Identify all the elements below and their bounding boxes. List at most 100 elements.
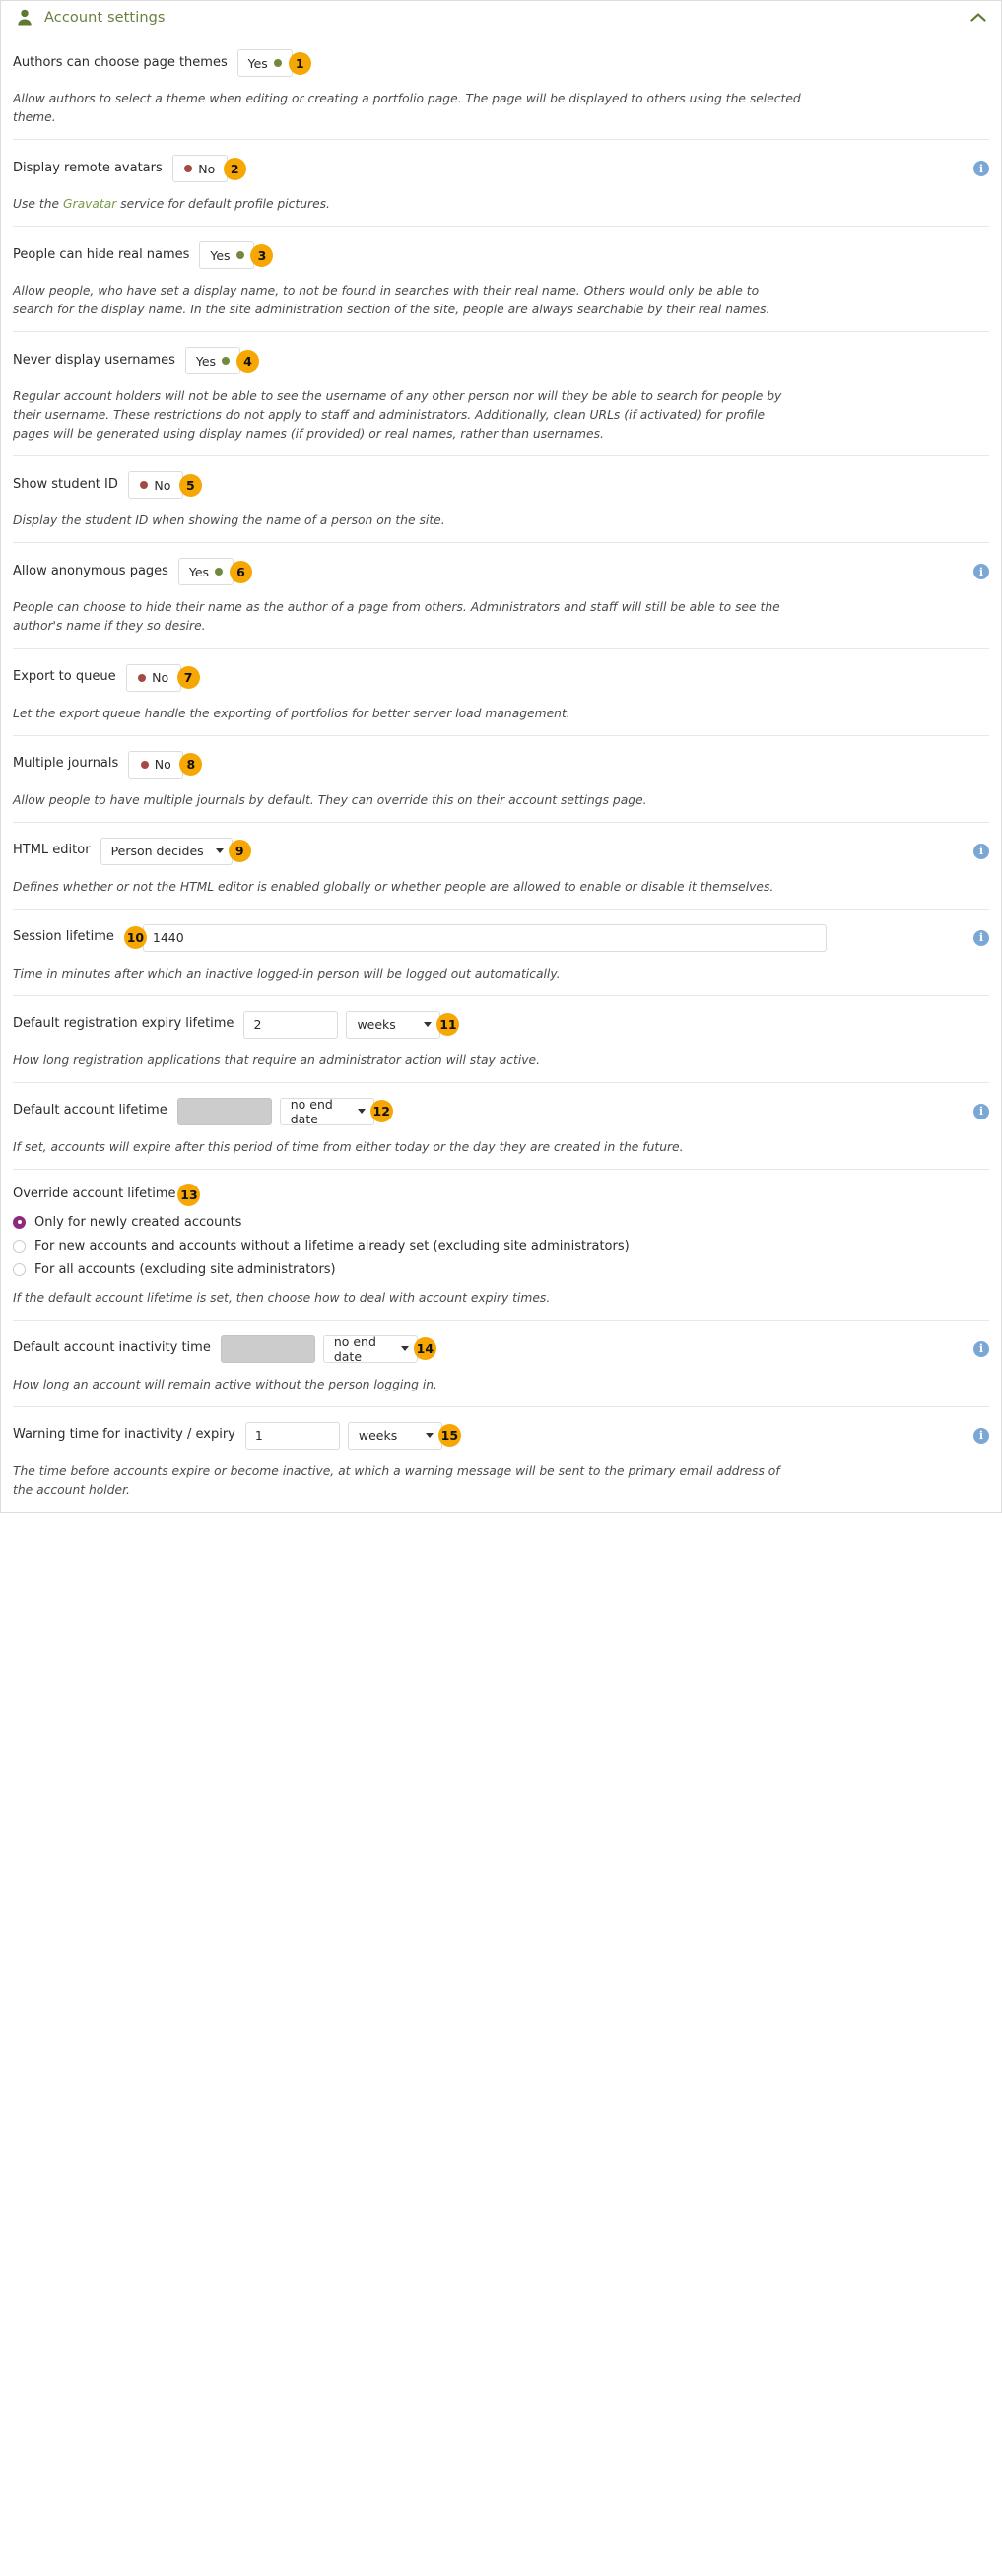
unit-select[interactable]: no end date (280, 1098, 374, 1125)
gravatar-link[interactable]: Gravatar (63, 197, 116, 211)
info-icon[interactable]: i (973, 564, 989, 579)
settings-list: Authors can choose page themesYes1i Allow… (1, 34, 1001, 1512)
setting-item: Warning time for inactivity / expiry week… (13, 1407, 989, 1512)
radio-option-label: Only for newly created accounts (34, 1215, 241, 1230)
radio-group-header: Override account lifetime13 (13, 1184, 989, 1206)
setting-item: Default account lifetimeno end date12iIf… (13, 1083, 989, 1170)
step-badge: 13 (177, 1184, 200, 1206)
toggle-indicator (141, 761, 149, 769)
account-settings-panel: Account settings Authors can choose page… (0, 0, 1002, 1513)
setting-row: HTML editor Person decides9 i (13, 837, 989, 866)
info-icon[interactable]: i (973, 1341, 989, 1357)
setting-row: Default registration expiry lifetime week… (13, 1010, 989, 1040)
toggle-on[interactable]: Yes (185, 347, 240, 374)
setting-description: Allow people to have multiple journals b… (13, 791, 801, 810)
setting-row: Allow anonymous pages Yes 6 i (13, 557, 989, 586)
unit-value: weeks (357, 1017, 395, 1032)
radio-option-2[interactable]: For new accounts and accounts without a … (13, 1239, 989, 1254)
value-unit-group: weeks (243, 1011, 440, 1039)
step-badge: 3 (250, 244, 273, 267)
toggle-indicator (215, 568, 223, 576)
radio-mark-icon (13, 1240, 26, 1253)
setting-description: The time before accounts expire or becom… (13, 1462, 801, 1500)
setting-label: Default registration expiry lifetime (13, 1016, 234, 1033)
toggle-off[interactable]: No (128, 751, 183, 779)
setting-description: Defines whether or not the HTML editor i… (13, 878, 801, 897)
setting-label: Show student ID (13, 477, 118, 494)
info-icon[interactable]: i (973, 930, 989, 946)
setting-label: Never display usernames (13, 353, 175, 370)
setting-row: Warning time for inactivity / expiry week… (13, 1421, 989, 1451)
number-field[interactable] (177, 1098, 272, 1125)
setting-label: HTML editor (13, 843, 91, 859)
chevron-down-icon (424, 1022, 432, 1027)
step-badge: 9 (229, 840, 251, 862)
number-field[interactable] (245, 1422, 340, 1450)
toggle-on[interactable]: Yes (178, 558, 234, 585)
setting-label: Display remote avatars (13, 161, 163, 177)
chevron-down-icon (216, 848, 224, 853)
radio-option-1[interactable]: Only for newly created accounts (13, 1215, 989, 1230)
text-field[interactable] (143, 924, 827, 952)
setting-item: Never display usernamesYes4iRegular acco… (13, 332, 989, 456)
radio-option-label: For new accounts and accounts without a … (34, 1239, 630, 1254)
setting-item: Default registration expiry lifetime week… (13, 996, 989, 1083)
step-badge: 4 (236, 350, 259, 373)
chevron-up-icon[interactable] (969, 9, 987, 27)
setting-label: People can hide real names (13, 247, 189, 264)
setting-description: Use the Gravatar service for default pro… (13, 195, 801, 214)
toggle-off[interactable]: No (128, 471, 183, 499)
setting-label: Export to queue (13, 669, 116, 686)
value-unit-group: no end date (221, 1335, 418, 1363)
toggle-off[interactable]: No (126, 664, 181, 692)
setting-description: Display the student ID when showing the … (13, 511, 801, 530)
setting-row: People can hide real namesYes3i (13, 240, 989, 270)
setting-label: Override account lifetime (13, 1186, 175, 1203)
setting-item: Override account lifetime13 Only for newl… (13, 1170, 989, 1321)
unit-select[interactable]: weeks (346, 1011, 440, 1039)
toggle-label: No (152, 670, 168, 685)
setting-label: Session lifetime (13, 929, 114, 946)
toggle-indicator (140, 481, 148, 489)
toggle-on[interactable]: Yes (199, 241, 254, 269)
unit-select[interactable]: no end date (323, 1335, 418, 1363)
setting-description: Allow authors to select a theme when edi… (13, 90, 801, 127)
setting-row: Default account lifetimeno end date12i (13, 1097, 989, 1126)
setting-item: Session lifetime10iTime in minutes after… (13, 910, 989, 996)
unit-select[interactable]: weeks (348, 1422, 442, 1450)
chevron-down-icon (401, 1346, 409, 1351)
user-icon (17, 9, 33, 27)
setting-row: Export to queueNo7i (13, 663, 989, 693)
info-icon[interactable]: i (973, 844, 989, 859)
info-icon[interactable]: i (973, 1104, 989, 1119)
setting-label: Default account lifetime (13, 1103, 167, 1119)
setting-row: Authors can choose page themesYes1i (13, 48, 989, 78)
info-icon[interactable]: i (973, 1428, 989, 1444)
radio-mark-icon (13, 1263, 26, 1276)
setting-item: People can hide real namesYes3iAllow peo… (13, 227, 989, 332)
toggle-label: Yes (196, 354, 216, 369)
step-badge: 5 (179, 474, 202, 497)
step-badge: 7 (177, 666, 200, 689)
setting-item: Default account inactivity timeno end da… (13, 1321, 989, 1407)
chevron-down-icon (358, 1109, 366, 1114)
panel-header[interactable]: Account settings (1, 0, 1001, 34)
info-icon[interactable]: i (973, 161, 989, 176)
number-field[interactable] (221, 1335, 315, 1363)
step-badge: 6 (230, 561, 252, 583)
setting-label: Warning time for inactivity / expiry (13, 1427, 235, 1444)
dropdown-select[interactable]: Person decides (100, 838, 233, 865)
toggle-indicator (222, 357, 230, 365)
radio-option-3[interactable]: For all accounts (excluding site adminis… (13, 1262, 989, 1277)
radio-mark-icon (13, 1216, 26, 1229)
toggle-label: No (154, 478, 170, 493)
value-unit-group: weeks (245, 1422, 442, 1450)
toggle-off[interactable]: No (172, 155, 228, 182)
number-field[interactable] (243, 1011, 338, 1039)
setting-item: Display remote avatarsNo2iUse the Gravat… (13, 140, 989, 227)
setting-label: Allow anonymous pages (13, 564, 168, 580)
value-unit-group: no end date (177, 1098, 374, 1125)
toggle-label: Yes (189, 565, 209, 579)
setting-description: How long registration applications that … (13, 1051, 801, 1070)
toggle-on[interactable]: Yes (237, 49, 293, 77)
